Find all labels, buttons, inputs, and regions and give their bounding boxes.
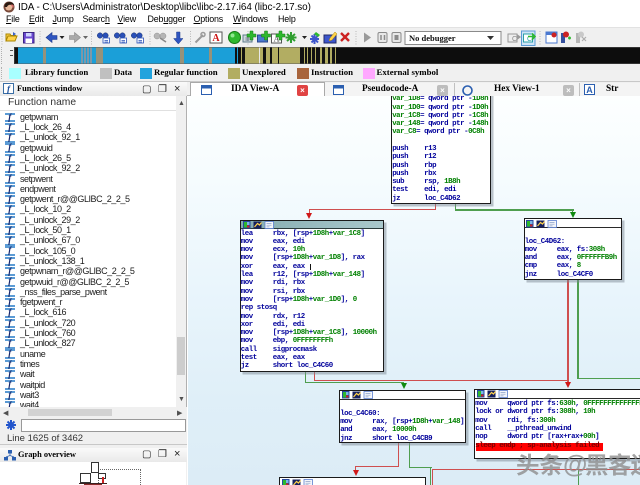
svg-text:A: A [212, 33, 220, 44]
svg-text:C: C [512, 36, 517, 43]
svg-text:No debugger: No debugger [409, 33, 456, 43]
svg-text:@: @ [563, 451, 587, 479]
svg-text:III: III [245, 37, 249, 43]
